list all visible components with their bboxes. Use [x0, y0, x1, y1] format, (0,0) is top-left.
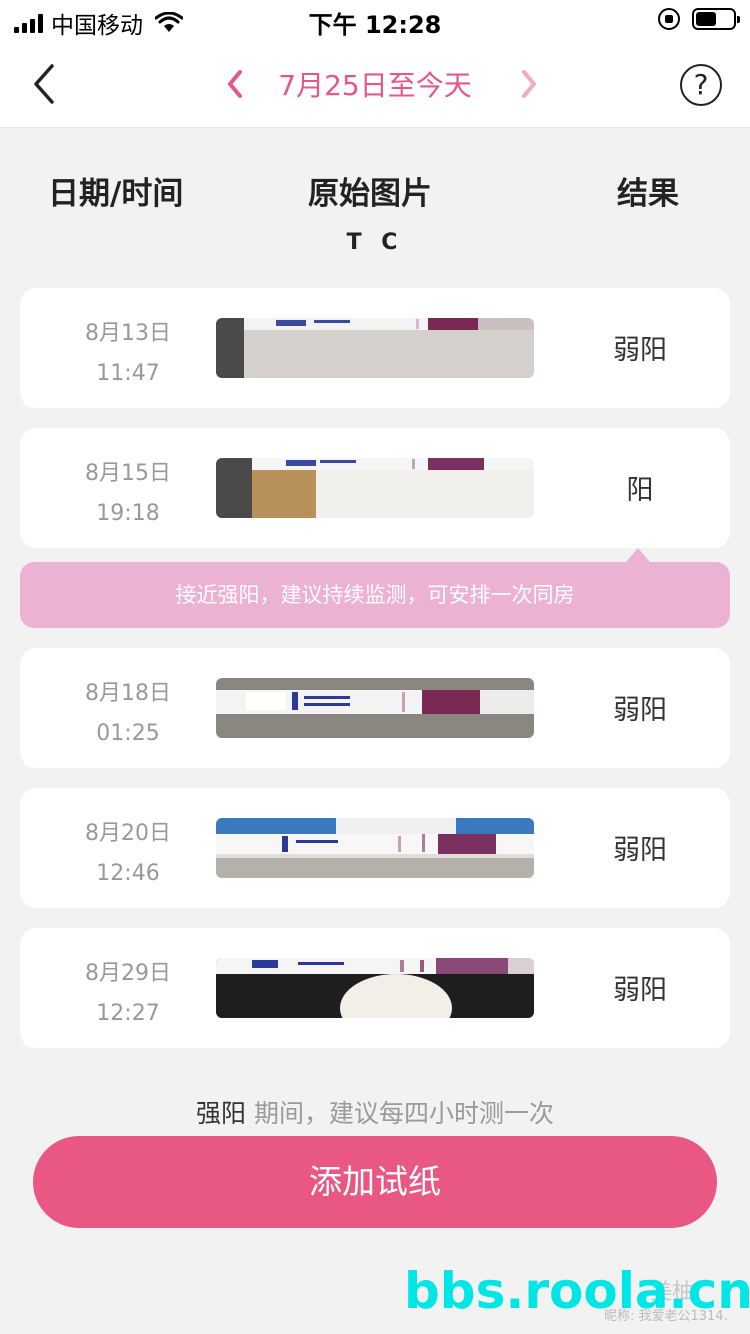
record-card[interactable]: 8月13日 11:47 弱阳: [20, 288, 730, 408]
nav-bar: 7月25日至今天 ?: [0, 40, 750, 128]
record-result: 弱阳: [613, 335, 667, 366]
status-right: [658, 8, 740, 30]
record-card[interactable]: 8月18日 01:25 弱阳: [20, 648, 730, 768]
record-card[interactable]: 8月29日 12:27 弱阳: [20, 928, 730, 1048]
status-bar: 中国移动 下午 12:28: [0, 0, 750, 40]
record-time: 01:25: [96, 721, 160, 746]
advice-highlight: 强阳: [196, 1099, 247, 1128]
next-range-icon[interactable]: [516, 68, 542, 100]
test-strip-photo[interactable]: [216, 458, 534, 518]
record-time: 11:47: [96, 361, 160, 386]
record-result: 弱阳: [613, 835, 667, 866]
record-date: 8月15日: [85, 461, 171, 486]
record-time: 19:18: [96, 501, 160, 526]
add-test-strip-button[interactable]: 添加试纸: [33, 1136, 717, 1228]
record-result: 弱阳: [613, 695, 667, 726]
test-strip-photo[interactable]: [216, 318, 534, 378]
record-datetime: 8月15日 19:18: [40, 454, 216, 534]
header-date-time: 日期/时间: [48, 176, 184, 212]
battery-icon: [692, 8, 740, 30]
tip-banner: 接近强阳，建议持续监测，可安排一次同房: [20, 562, 730, 628]
header-original-image: 原始图片: [308, 176, 432, 212]
record-card[interactable]: 8月20日 12:46 弱阳: [20, 788, 730, 908]
record-datetime: 8月20日 12:46: [40, 814, 216, 894]
date-range-title: 7月25日至今天: [278, 69, 472, 102]
test-strip-photo[interactable]: [216, 818, 534, 878]
test-strip-photo[interactable]: [216, 678, 534, 738]
rotation-lock-icon: [658, 8, 680, 30]
record-card[interactable]: 8月15日 19:18 阳: [20, 428, 730, 548]
record-date: 8月29日: [85, 961, 171, 986]
record-time: 12:27: [96, 1001, 160, 1026]
help-button[interactable]: ?: [680, 64, 722, 106]
record-datetime: 8月18日 01:25: [40, 674, 216, 754]
advice-body: 期间，建议每四小时测一次: [246, 1099, 554, 1128]
status-time: 下午 12:28: [308, 11, 442, 39]
test-strip-photo[interactable]: [216, 958, 534, 1018]
record-result: 弱阳: [613, 975, 667, 1006]
record-time: 12:46: [96, 861, 160, 886]
record-datetime: 8月13日 11:47: [40, 314, 216, 394]
advice-text: 强阳 期间，建议每四小时测一次: [0, 1094, 750, 1130]
tc-label: T C: [346, 230, 404, 255]
header-result: 结果: [617, 176, 679, 212]
record-date: 8月18日: [85, 681, 171, 706]
watermark-site: bbs.roola.cn: [404, 1262, 750, 1320]
record-date: 8月20日: [85, 821, 171, 846]
record-result: 阳: [626, 475, 654, 506]
record-date: 8月13日: [85, 321, 171, 346]
battery-level: [696, 12, 716, 26]
tip-pointer: [626, 548, 650, 562]
record-datetime: 8月29日 12:27: [40, 954, 216, 1034]
